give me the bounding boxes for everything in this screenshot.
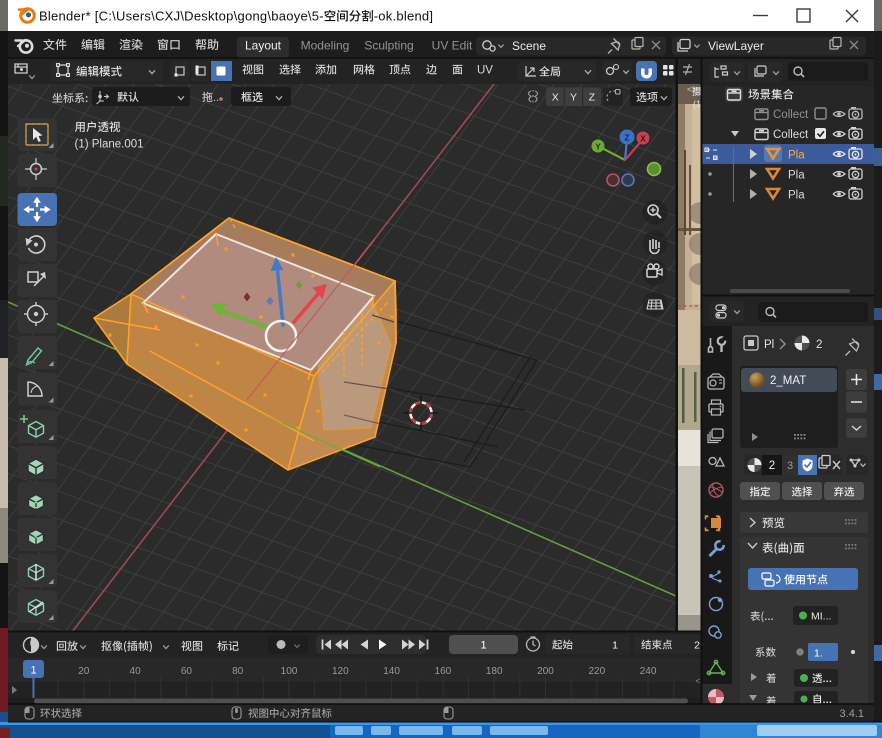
- svg-text:Y: Y: [595, 143, 601, 152]
- svg-text:Y: Y: [570, 92, 577, 104]
- svg-text:140: 140: [383, 666, 400, 677]
- svg-text:..: ..: [213, 92, 219, 104]
- svg-text:UV Edit: UV Edit: [432, 39, 473, 53]
- svg-text:2_MAT: 2_MAT: [770, 375, 806, 387]
- svg-text:Pla: Pla: [788, 150, 805, 162]
- svg-text:Sculpting: Sculpting: [364, 39, 413, 53]
- svg-text:2: 2: [769, 460, 775, 472]
- svg-text:UV: UV: [477, 65, 493, 77]
- svg-text:1: 1: [480, 640, 486, 652]
- svg-text:120: 120: [332, 666, 349, 677]
- svg-text:240: 240: [640, 666, 657, 677]
- svg-text:Modeling: Modeling: [301, 39, 350, 53]
- svg-text:2: 2: [694, 640, 700, 652]
- svg-text:Z: Z: [589, 92, 596, 104]
- svg-text:Scene: Scene: [512, 39, 546, 53]
- svg-text:Blender* [C:\Users\CXJ\Desktop: Blender* [C:\Users\CXJ\Desktop\gong\baoy…: [39, 9, 324, 24]
- svg-text:2: 2: [816, 339, 822, 351]
- svg-text:3: 3: [787, 460, 793, 472]
- svg-text:ViewLayer: ViewLayer: [708, 39, 764, 53]
- svg-text:Collect: Collect: [773, 109, 809, 121]
- svg-text:<: <: [695, 676, 700, 686]
- svg-text:MI...: MI...: [811, 611, 831, 623]
- svg-text:Pl: Pl: [764, 339, 774, 351]
- svg-text:60: 60: [181, 666, 193, 677]
- svg-text:Layout: Layout: [245, 39, 282, 53]
- svg-text:X: X: [640, 135, 646, 144]
- svg-text:(1) Plane.001: (1) Plane.001: [75, 139, 144, 151]
- svg-text:80: 80: [232, 666, 244, 677]
- svg-text:X: X: [552, 92, 559, 104]
- svg-text:100: 100: [281, 666, 298, 677]
- svg-text:160: 160: [435, 666, 452, 677]
- svg-text:Collect: Collect: [773, 129, 809, 141]
- svg-text:1: 1: [612, 640, 618, 652]
- svg-text:180: 180: [486, 666, 503, 677]
- svg-text:Pla: Pla: [788, 190, 805, 202]
- svg-text:Pla: Pla: [788, 170, 805, 182]
- svg-text:Z: Z: [624, 133, 629, 143]
- svg-text:20: 20: [78, 666, 90, 677]
- svg-text:220: 220: [588, 666, 605, 677]
- svg-text:1.: 1.: [814, 648, 823, 660]
- svg-text:-ok.blend]: -ok.blend]: [374, 9, 434, 24]
- svg-text:200: 200: [537, 666, 554, 677]
- svg-text:40: 40: [130, 666, 142, 677]
- svg-text:1: 1: [30, 665, 36, 677]
- svg-text:3.4.1: 3.4.1: [840, 708, 864, 720]
- svg-text:(1: (1: [693, 99, 701, 109]
